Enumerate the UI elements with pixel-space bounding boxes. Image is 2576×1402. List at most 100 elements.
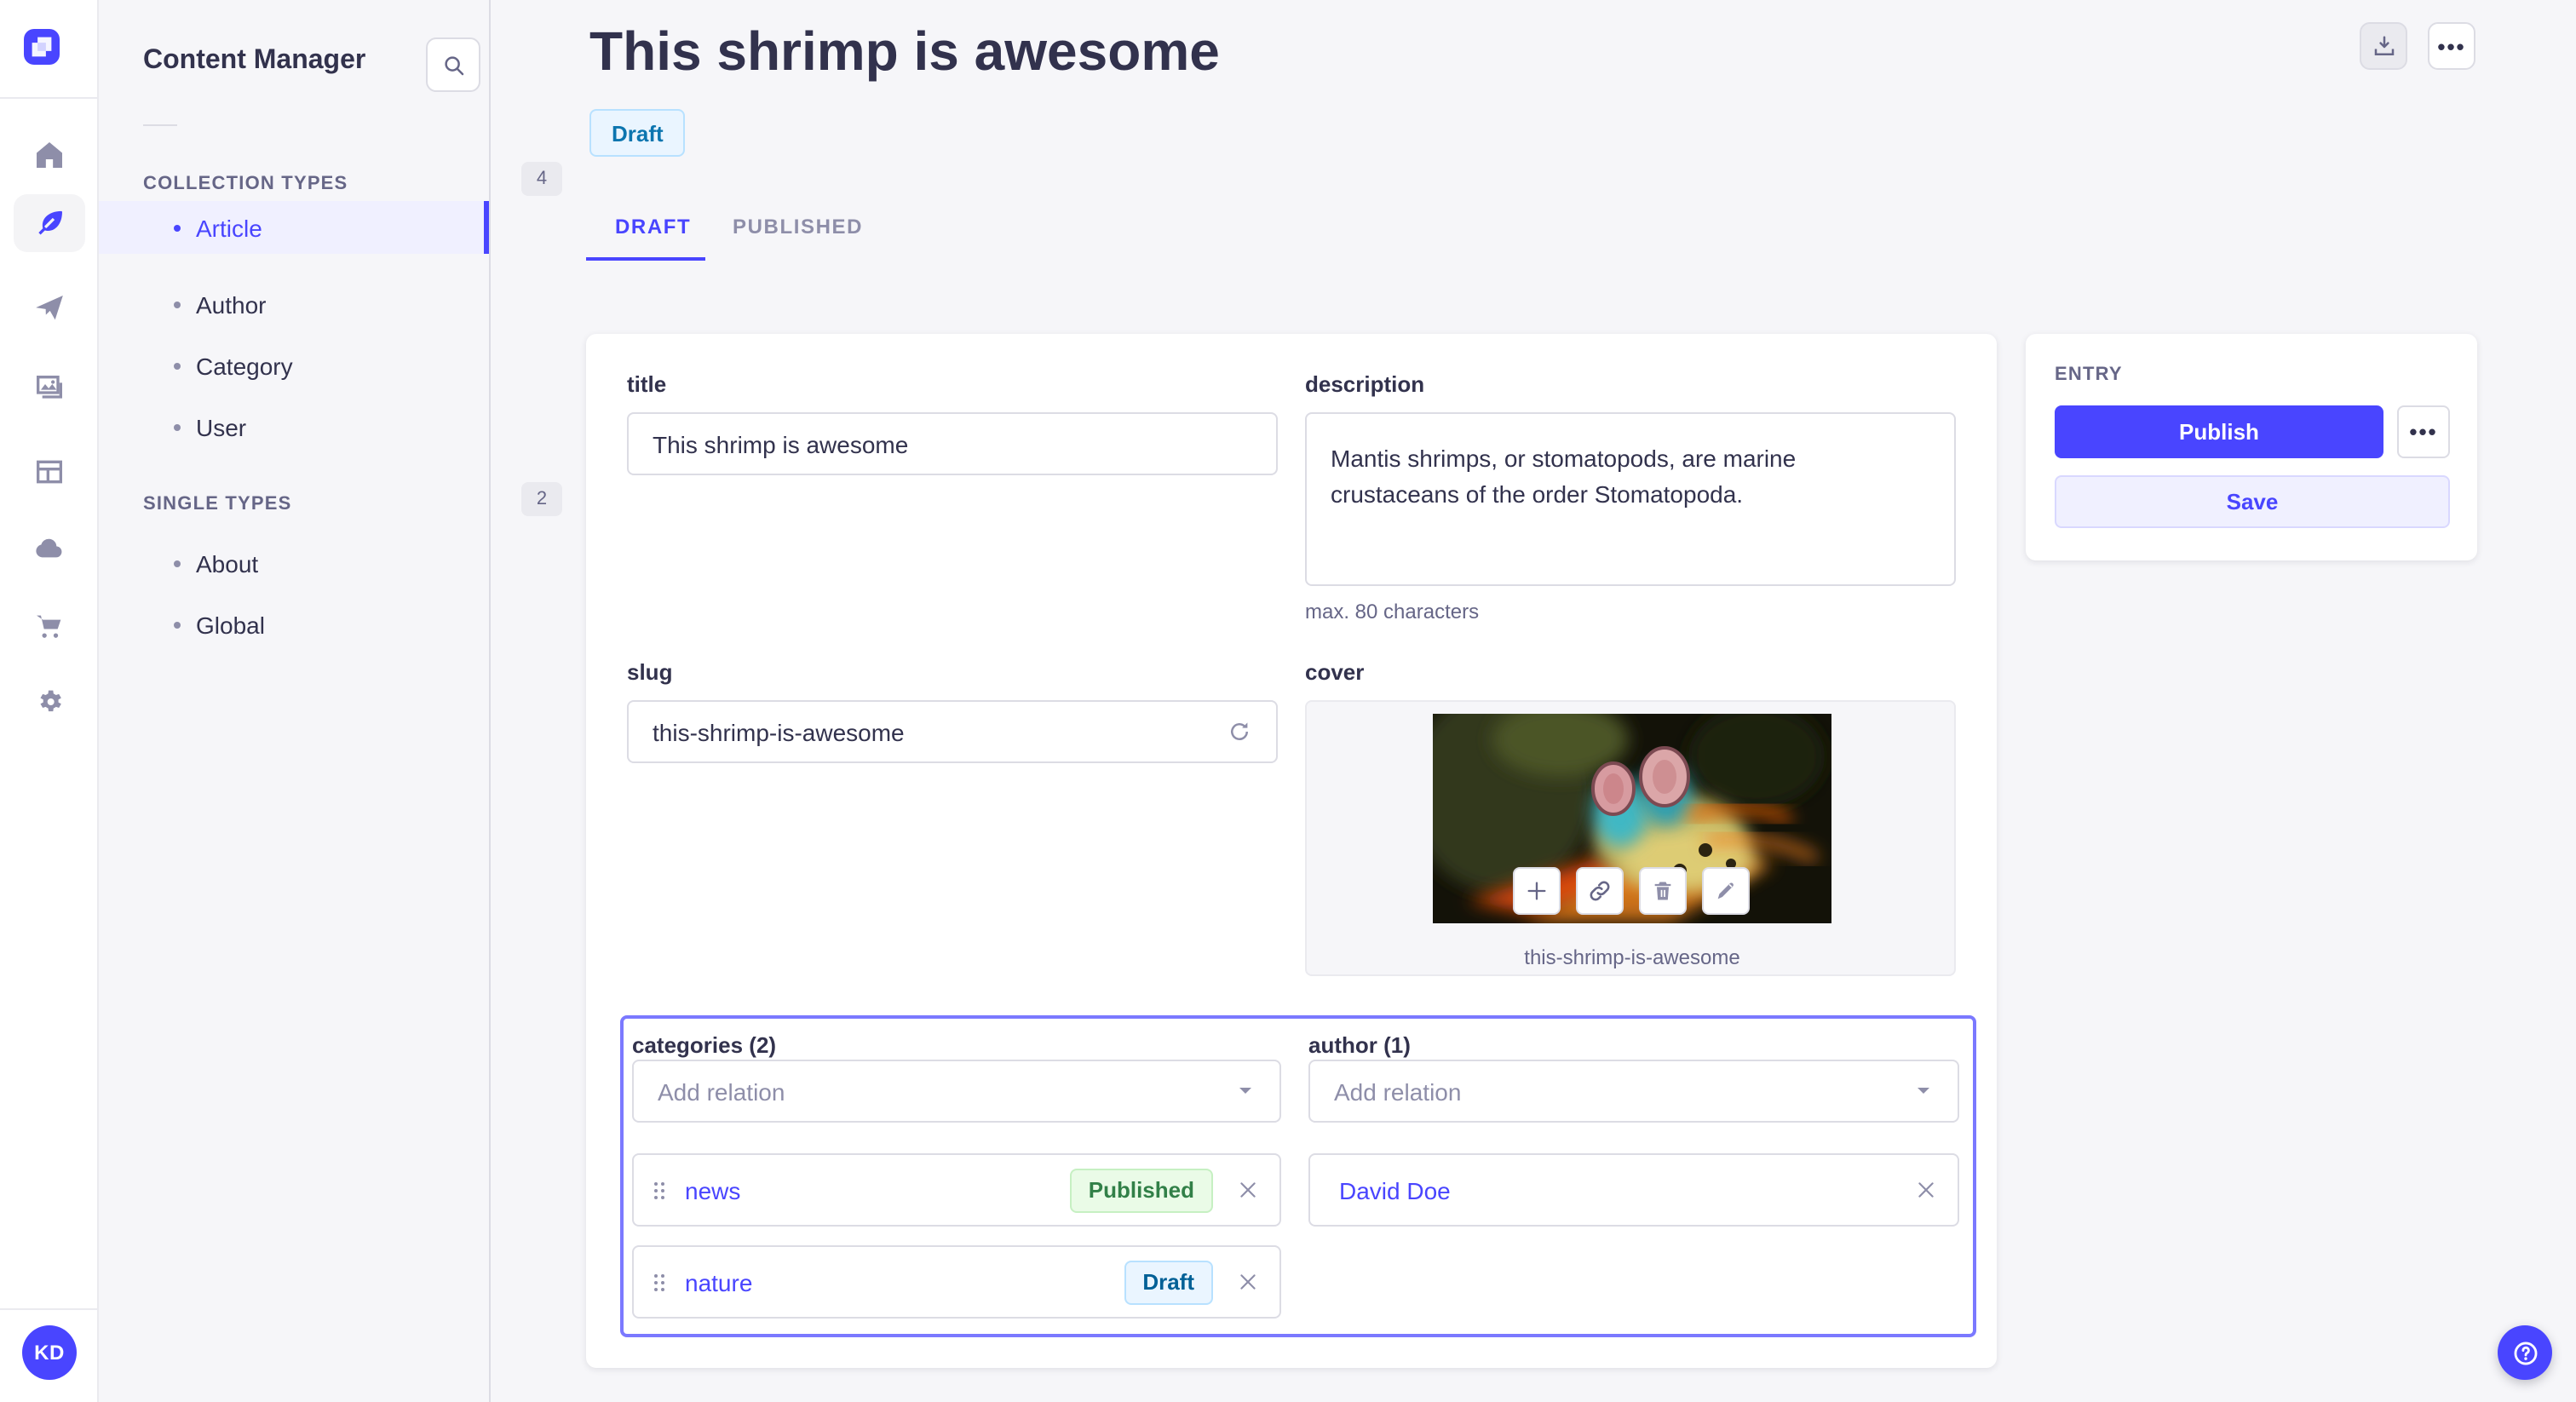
nav-home[interactable]	[14, 126, 85, 184]
remove-relation-button[interactable]	[1237, 1271, 1259, 1293]
images-icon	[37, 376, 62, 399]
drag-handle-icon[interactable]	[654, 1181, 664, 1198]
bullet-icon	[174, 301, 181, 307]
author-label: author (1)	[1308, 1032, 1411, 1058]
icon-rail: KD	[0, 0, 99, 1402]
entry-panel: ENTRY Publish ••• Save	[2026, 334, 2477, 560]
sidebar-item-global[interactable]: Global	[99, 598, 489, 651]
relation-link[interactable]: news	[685, 1176, 740, 1204]
title-input[interactable]: This shrimp is awesome	[627, 412, 1278, 475]
feather-icon	[38, 210, 62, 235]
nav-deploy[interactable]	[14, 521, 85, 579]
nav-content-type-builder[interactable]	[14, 443, 85, 501]
help-button[interactable]	[2498, 1325, 2552, 1380]
sidebar-item-about[interactable]: About	[99, 537, 489, 589]
link-icon	[1590, 881, 1610, 901]
copy-link-button[interactable]	[1576, 867, 1624, 915]
nav-release[interactable]	[14, 279, 85, 337]
publish-button[interactable]: Publish	[2055, 405, 2383, 458]
entry-panel-title: ENTRY	[2055, 365, 2123, 385]
author-add-relation-select[interactable]: Add relation	[1308, 1060, 1959, 1123]
strapi-logo-icon[interactable]	[24, 29, 60, 65]
tab-draft[interactable]: DRAFT	[615, 215, 691, 238]
description-helper: max. 80 characters	[1305, 600, 1480, 623]
cloud-icon	[36, 538, 62, 558]
strapi-admin: KD Content Manager COLLECTION TYPES 4 Ar…	[0, 0, 2576, 1402]
relation-item-nature: nature Draft	[632, 1245, 1281, 1319]
search-button[interactable]	[426, 37, 480, 92]
remove-relation-button[interactable]	[1915, 1179, 1937, 1201]
close-icon	[1240, 1274, 1256, 1290]
collection-types-count: 4	[521, 162, 562, 196]
edit-asset-button[interactable]	[1702, 867, 1750, 915]
relation-item-author: David Doe	[1308, 1153, 1959, 1227]
relation-status-badge: Draft	[1124, 1260, 1213, 1304]
export-button[interactable]	[2360, 22, 2407, 70]
nav-marketplace[interactable]	[14, 598, 85, 656]
bullet-icon	[174, 621, 181, 628]
add-asset-button[interactable]	[1513, 867, 1561, 915]
sidebar-item-user[interactable]: User	[99, 400, 489, 453]
description-textarea[interactable]: Mantis shrimps, or stomatopods, are mari…	[1305, 412, 1956, 586]
title-label: title	[627, 371, 667, 397]
active-tab-indicator	[586, 257, 705, 261]
bullet-icon	[174, 560, 181, 566]
save-button[interactable]: Save	[2055, 475, 2450, 528]
ellipsis-icon: •••	[2409, 419, 2438, 445]
paper-plane-icon	[36, 296, 63, 320]
tab-published[interactable]: PUBLISHED	[733, 215, 863, 238]
categories-field: categories (2) Add relation news Publish…	[632, 1019, 1281, 1341]
categories-label: categories (2)	[632, 1032, 777, 1058]
nav-media-library[interactable]	[14, 359, 85, 417]
sidebar-item-label: User	[196, 413, 247, 440]
chevron-down-icon	[1913, 1077, 1934, 1105]
section-collection-types: COLLECTION TYPES	[143, 174, 348, 194]
close-icon	[1240, 1182, 1256, 1198]
single-types-count: 2	[521, 482, 562, 516]
header-more-button[interactable]: •••	[2428, 22, 2475, 70]
avatar[interactable]: KD	[22, 1325, 77, 1380]
sidebar-item-author[interactable]: Author	[99, 278, 489, 330]
layout-icon	[37, 460, 62, 484]
categories-add-relation-select[interactable]: Add relation	[632, 1060, 1281, 1123]
refresh-icon	[1231, 722, 1248, 740]
sidebar-item-article[interactable]: Article	[99, 201, 489, 254]
plus-icon	[1527, 882, 1546, 900]
nav-content-manager[interactable]	[14, 194, 85, 252]
rail-divider-bottom	[0, 1308, 99, 1310]
entry-more-button[interactable]: •••	[2397, 405, 2450, 458]
rail-divider	[0, 97, 99, 99]
author-field: author (1) Add relation David Doe	[1308, 1019, 1959, 1341]
drag-handle-icon[interactable]	[654, 1273, 664, 1290]
cover-label: cover	[1305, 659, 1365, 685]
slug-label: slug	[627, 659, 673, 685]
sidebar-item-label: Author	[196, 290, 267, 318]
cover-field: this-shrimp-is-awesome	[1305, 700, 1956, 976]
home-icon	[37, 142, 62, 168]
relation-status-badge: Published	[1069, 1168, 1213, 1212]
remove-relation-button[interactable]	[1237, 1179, 1259, 1201]
chevron-down-icon	[1235, 1077, 1256, 1105]
sidebar-item-label: Global	[196, 611, 265, 638]
sidebar-item-label: About	[196, 549, 259, 577]
section-single-types: SINGLE TYPES	[143, 494, 292, 514]
nav-settings[interactable]	[14, 673, 85, 731]
cart-icon	[37, 615, 61, 638]
slug-input[interactable]: this-shrimp-is-awesome	[627, 700, 1278, 763]
relations-group: categories (2) Add relation news Publish…	[620, 1015, 1976, 1337]
search-icon	[444, 55, 463, 75]
relation-link[interactable]: David Doe	[1339, 1176, 1451, 1204]
bullet-icon	[174, 224, 181, 231]
edit-form-card: title This shrimp is awesome description…	[586, 334, 1997, 1368]
sidebar-item-category[interactable]: Category	[99, 339, 489, 392]
relation-link[interactable]: nature	[685, 1268, 752, 1296]
delete-asset-button[interactable]	[1639, 867, 1687, 915]
regenerate-slug-button[interactable]	[1227, 719, 1252, 744]
bullet-icon	[174, 362, 181, 369]
trash-icon	[1654, 882, 1671, 900]
close-icon	[1918, 1182, 1934, 1198]
panel-title: Content Manager	[143, 46, 366, 75]
ellipsis-icon: •••	[2437, 33, 2466, 59]
add-relation-placeholder: Add relation	[658, 1077, 785, 1105]
relation-item-news: news Published	[632, 1153, 1281, 1227]
